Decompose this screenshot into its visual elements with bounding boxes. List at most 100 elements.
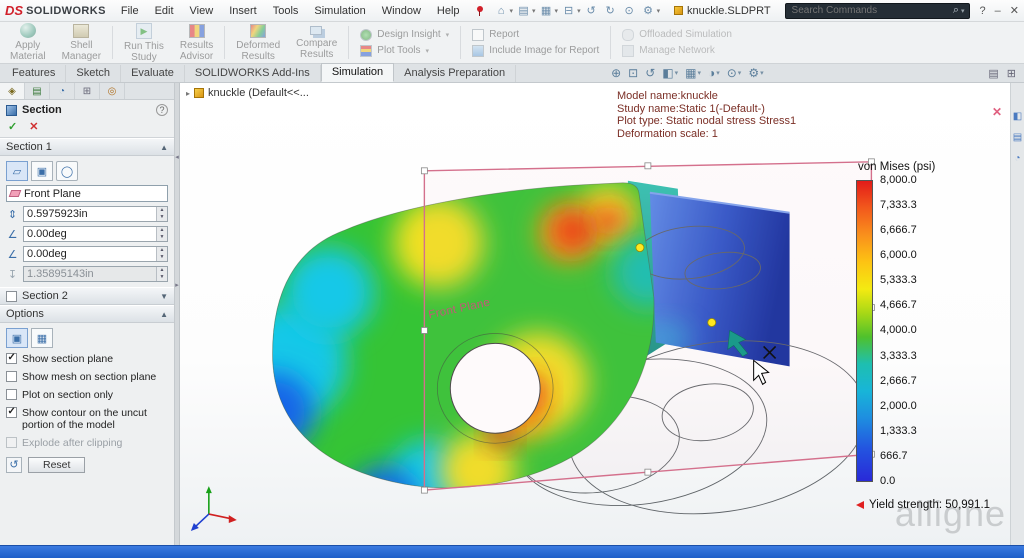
section1-group-header[interactable]: Section 1 ▲ [0, 138, 174, 156]
search-caret-icon[interactable]: ▾ [961, 7, 965, 15]
tab-sketch[interactable]: Sketch [66, 65, 121, 82]
splitter-arrow-icon[interactable]: ▸ [175, 281, 179, 289]
property-manager-tab[interactable]: ◈ [0, 83, 25, 99]
include-image-for-report-button[interactable]: Include Image for Report [472, 45, 599, 57]
tab-solidworks-add-ins[interactable]: SOLIDWORKS Add-Ins [185, 65, 321, 82]
design-insight-button[interactable]: Design Insight ▾ [360, 29, 449, 41]
deformed-results-button[interactable]: Deformed Results [228, 22, 288, 63]
splitter-arrow-icon[interactable]: ◂ [175, 153, 179, 161]
help-button[interactable]: ? [980, 5, 986, 17]
section2-group-header[interactable]: Section 2 ▼ [0, 287, 174, 305]
transparent-section-toggle-button[interactable]: ▦ [31, 328, 53, 348]
x-rotation-input[interactable]: 0.00deg [24, 227, 156, 241]
manage-network-button[interactable]: Manage Network [622, 45, 732, 57]
cancel-button[interactable]: ✕ [29, 120, 38, 133]
close-button[interactable]: ✕ [1010, 4, 1019, 17]
report-button[interactable]: Report [472, 29, 599, 41]
print-icon[interactable]: ⊟ [560, 4, 577, 17]
tab-features[interactable]: Features [2, 65, 66, 82]
spherical-section-button[interactable]: ◯ [56, 161, 78, 181]
print-caret-icon[interactable]: ▾ [577, 7, 581, 15]
apply-material-button[interactable]: Apply Material [2, 22, 54, 63]
shell-manager-button[interactable]: Shell Manager [54, 22, 109, 63]
appearances-tab-icon[interactable]: ◔ [1014, 153, 1020, 164]
menu-tools[interactable]: Tools [266, 3, 306, 19]
display-style-icon[interactable]: ◑▾ [708, 66, 720, 80]
checkbox-box[interactable] [6, 371, 17, 382]
task-pane-icon[interactable]: ▤ [988, 67, 998, 80]
hide-show-items-icon[interactable]: ⊙▾ [727, 66, 742, 80]
options-caret-icon[interactable]: ▾ [657, 7, 661, 15]
library-tab-icon[interactable]: ▤ [1013, 132, 1022, 143]
expand-viewport-icon[interactable]: ⊞ [1007, 67, 1016, 80]
tab-analysis-preparation[interactable]: Analysis Preparation [394, 65, 516, 82]
view-settings-gear-icon[interactable]: ⚙▾ [748, 66, 763, 80]
offloaded-simulation-button[interactable]: Offloaded Simulation [622, 29, 732, 41]
dimxpert-manager-tab[interactable]: ⊞ [75, 83, 100, 99]
open-icon[interactable]: ▤ [515, 4, 532, 17]
redo-icon[interactable]: ↻ [602, 4, 619, 17]
graphics-viewport[interactable]: ▸ knuckle (Default<<... Model name:knuck… [180, 83, 1010, 545]
zoom-area-icon[interactable]: ⊡ [628, 66, 638, 80]
show-section-plane-checkbox[interactable]: Show section plane [6, 352, 168, 366]
show-mesh-on-section-plane-checkbox[interactable]: Show mesh on section plane [6, 370, 168, 384]
section2-expand-icon[interactable]: ▼ [160, 292, 168, 301]
menu-insert[interactable]: Insert [222, 3, 264, 19]
search-input[interactable] [790, 4, 953, 17]
plot-tools-button[interactable]: Plot Tools ▾ [360, 45, 449, 57]
options-collapse-icon[interactable]: ▲ [160, 310, 168, 319]
menu-file[interactable]: File [114, 3, 146, 19]
undo-icon[interactable]: ↺ [583, 4, 600, 17]
results-advisor-button[interactable]: Results Advisor [172, 22, 221, 63]
options-gear-icon[interactable]: ⚙ [640, 4, 657, 17]
checkbox-box[interactable] [6, 407, 17, 418]
help-icon[interactable]: ? [156, 104, 168, 116]
configuration-manager-tab[interactable]: ◔ [50, 83, 75, 99]
ok-button[interactable]: ✓ [8, 120, 17, 133]
reference-plane-field[interactable]: Front Plane [6, 185, 168, 202]
feature-tree-root[interactable]: ▸ knuckle (Default<<... [186, 87, 309, 99]
menu-pin-icon[interactable] [475, 6, 485, 16]
feature-manager-tab[interactable]: ▤ [25, 83, 50, 99]
section2-checkbox[interactable] [6, 291, 17, 302]
section-cap-toggle-button[interactable]: ▣ [6, 328, 28, 348]
planar-section-button[interactable]: ▱ [6, 161, 28, 181]
show-contour-uncut-checkbox[interactable]: Show contour on the uncut portion of the… [6, 406, 168, 432]
search-commands-box[interactable]: ⌕ ▾ [785, 3, 970, 19]
save-caret-icon[interactable]: ▾ [555, 7, 559, 15]
tab-evaluate[interactable]: Evaluate [121, 65, 185, 82]
home-caret-icon[interactable]: ▾ [510, 7, 514, 15]
tree-expand-icon[interactable]: ▸ [186, 89, 190, 98]
section1-collapse-icon[interactable]: ▲ [160, 143, 168, 152]
view-orientation-icon[interactable]: ▦▾ [685, 66, 701, 80]
menu-edit[interactable]: Edit [148, 3, 181, 19]
minimize-button[interactable]: – [995, 5, 1001, 17]
checkbox-box[interactable] [6, 389, 17, 400]
home-icon[interactable]: ⌂ [493, 5, 510, 17]
compare-results-button[interactable]: Compare Results [288, 22, 345, 63]
offset-distance-input[interactable]: 0.5975923in [24, 207, 156, 221]
cylindrical-section-button[interactable]: ▣ [31, 161, 53, 181]
x-rotation-spinner[interactable]: ▲▼ [156, 227, 167, 241]
resources-tab-icon[interactable]: ◧ [1013, 111, 1022, 122]
menu-help[interactable]: Help [430, 3, 467, 19]
menu-simulation[interactable]: Simulation [307, 3, 372, 19]
zoom-fit-icon[interactable]: ⊕ [611, 66, 621, 80]
run-this-study-button[interactable]: ▶ Run This Study [116, 22, 172, 63]
save-icon[interactable]: ▦ [538, 4, 555, 17]
checkbox-box[interactable] [6, 353, 17, 364]
previous-view-icon[interactable]: ↺ [645, 66, 655, 80]
open-caret-icon[interactable]: ▾ [532, 7, 536, 15]
reset-button[interactable]: Reset [28, 457, 85, 473]
offset-spinner[interactable]: ▲▼ [156, 207, 167, 221]
y-rotation-spinner[interactable]: ▲▼ [156, 247, 167, 261]
menu-window[interactable]: Window [375, 3, 428, 19]
menu-view[interactable]: View [183, 3, 221, 19]
display-manager-tab[interactable]: ◎ [100, 83, 125, 99]
plot-on-section-only-checkbox[interactable]: Plot on section only [6, 388, 168, 402]
y-rotation-input[interactable]: 0.00deg [24, 247, 156, 261]
rebuild-icon[interactable]: ⊙ [621, 4, 638, 17]
section-view-icon[interactable]: ◧▾ [662, 66, 678, 80]
viewport-close-icon[interactable]: ✕ [992, 105, 1002, 119]
search-icon[interactable]: ⌕ [953, 4, 959, 17]
